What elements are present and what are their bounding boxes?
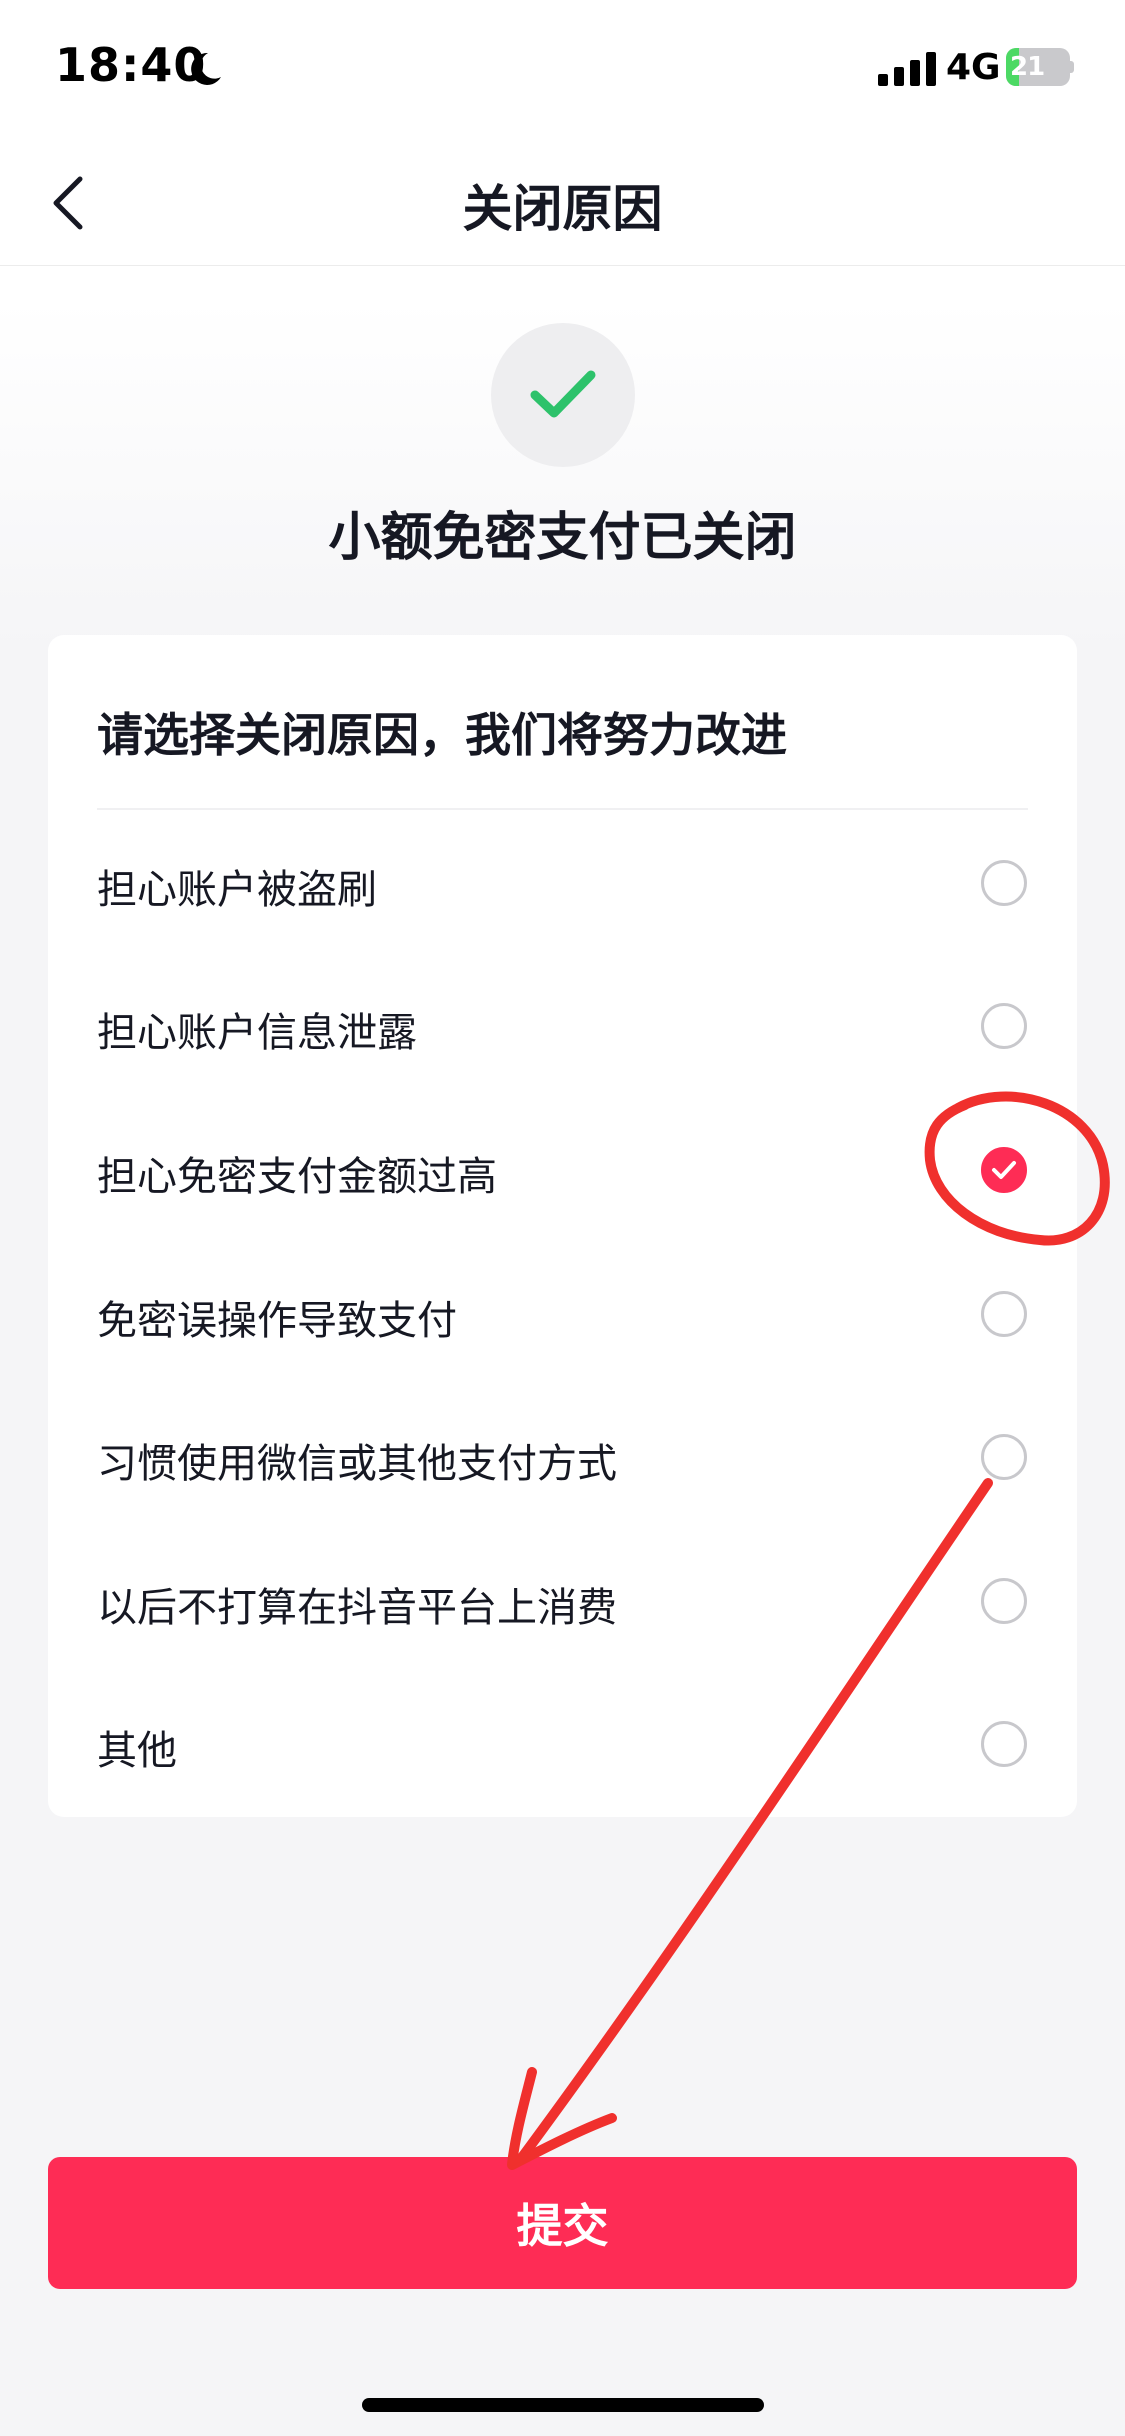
network-label: 4G [946, 47, 1001, 88]
radio-button[interactable] [981, 1434, 1027, 1480]
radio-button[interactable] [981, 1291, 1027, 1337]
checkmark-icon [530, 370, 596, 418]
submit-button[interactable]: 提交 [48, 2157, 1077, 2289]
home-indicator [362, 2398, 764, 2412]
signal-bars-icon [878, 52, 936, 86]
reasons-card: 请选择关闭原因，我们将努力改进 担心账户被盗刷 担心账户信息泄露 担心免密支付金… [48, 635, 1077, 1817]
reason-label: 习惯使用微信或其他支付方式 [97, 1441, 617, 1487]
reason-option-stop-spending[interactable]: 以后不打算在抖音平台上消费 [48, 1529, 1077, 1673]
battery-icon: 21 [1006, 48, 1074, 86]
reasons-heading: 请选择关闭原因，我们将努力改进 [97, 708, 787, 762]
reason-option-prefer-other-payment[interactable]: 习惯使用微信或其他支付方式 [48, 1385, 1077, 1529]
reason-option-account-theft[interactable]: 担心账户被盗刷 [48, 811, 1077, 955]
page-title: 关闭原因 [462, 180, 663, 238]
reason-label: 免密误操作导致支付 [97, 1298, 457, 1344]
success-title: 小额免密支付已关闭 [328, 508, 797, 568]
annotation-arrow-head [507, 2067, 617, 2170]
reason-label: 担心账户信息泄露 [97, 1010, 417, 1056]
moon-icon [191, 52, 221, 85]
reason-label: 担心免密支付金额过高 [97, 1154, 497, 1200]
radio-button[interactable] [981, 1578, 1027, 1624]
divider [97, 808, 1028, 810]
reason-label: 担心账户被盗刷 [97, 867, 377, 913]
check-icon [992, 1161, 1016, 1179]
radio-button[interactable] [981, 1147, 1027, 1193]
success-badge [491, 323, 635, 467]
radio-button[interactable] [981, 1003, 1027, 1049]
radio-button[interactable] [981, 860, 1027, 906]
status-time: 18:40 [55, 38, 207, 92]
reason-option-amount-too-high[interactable]: 担心免密支付金额过高 [48, 1098, 1077, 1242]
reason-option-info-leak[interactable]: 担心账户信息泄露 [48, 954, 1077, 1098]
battery-level-label: 21 [1010, 52, 1045, 82]
status-bar: 18:40 4G 21 [0, 0, 1125, 135]
reason-option-other[interactable]: 其他 [48, 1672, 1077, 1816]
radio-button[interactable] [981, 1721, 1027, 1767]
reason-label: 其他 [97, 1728, 177, 1774]
reason-label: 以后不打算在抖音平台上消费 [97, 1585, 617, 1631]
reason-option-mistaken-payment[interactable]: 免密误操作导致支付 [48, 1242, 1077, 1386]
nav-bar: 关闭原因 [0, 135, 1125, 266]
